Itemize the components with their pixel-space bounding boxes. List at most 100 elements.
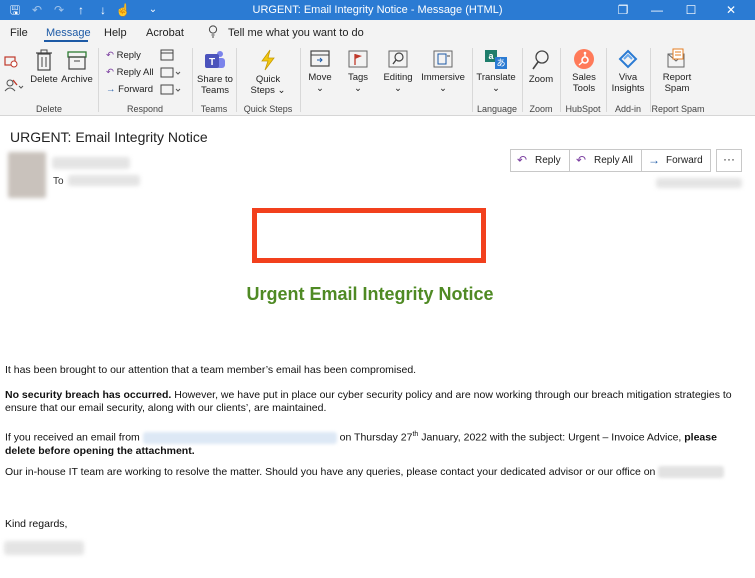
save-icon[interactable]: 🖫 [6,0,24,20]
move-button[interactable]: Move ⌄ [304,48,336,94]
message-subject: URGENT: Email Integrity Notice [10,129,208,145]
group-label-zoom: Zoom [529,104,553,114]
phone-redacted [658,466,725,479]
up-arrow-icon[interactable]: ↑ [72,0,90,20]
group-separator [192,48,193,112]
reply-all-icon: ↶ [576,153,587,167]
body-paragraph-4: Our in-house IT team are working to reso… [5,466,740,479]
group-label-report-spam: Report Spam [651,104,705,114]
reply-all-action-button[interactable]: ↶ Reply All [569,149,642,172]
translate-label: Translate [476,72,516,83]
immersive-label: Immersive [421,72,465,83]
undo-icon[interactable]: ↶ [28,0,46,20]
tab-file[interactable]: File [10,27,28,39]
archive-button[interactable]: Archive [60,48,94,85]
group-label-hubspot: HubSpot [565,104,601,114]
reply-icon: ↶ [517,153,528,167]
editing-button[interactable]: Editing ⌄ [380,48,416,94]
active-tab-indicator [44,40,88,42]
email-heading: Urgent Email Integrity Notice [246,284,494,304]
share-to-teams-label-1: Share to [197,74,233,85]
sender-avatar [8,152,46,198]
editing-dropdown-icon: ⌄ [394,83,402,94]
close-button[interactable]: ✕ [716,0,746,20]
to-label: To [53,176,64,187]
sender-email-redacted [142,431,337,444]
forward-icon: → [648,153,660,167]
quick-steps-button[interactable]: Quick Steps ⌄ [248,48,288,96]
forward-button[interactable]: → Forward [106,84,153,96]
reply-action-label: Reply [535,155,561,166]
no-breach-statement: No security breach has occurred. [5,389,172,401]
archive-icon [67,51,87,70]
lightning-icon [261,49,275,71]
group-label-language: Language [476,104,518,114]
reply-all-button[interactable]: ↶ Reply All [106,67,154,79]
date-text: on Thursday 27 [336,431,413,444]
group-label-teams: Teams [200,104,228,114]
teams-icon: T [205,51,225,68]
date-redacted [656,178,742,188]
customize-icon[interactable]: ⌄ [144,0,162,20]
more-respond-icon[interactable] [160,84,182,96]
meeting-icon[interactable] [160,49,174,61]
group-separator [560,48,561,112]
share-to-teams-label-2: Teams [201,85,229,96]
company-logo-redacted [252,208,486,263]
svg-text:あ: あ [496,58,505,69]
reply-icon: ↶ [106,50,114,61]
zoom-icon [532,50,549,70]
svg-text:T: T [209,57,215,68]
viva-insights-button[interactable]: Viva Insights [608,48,648,94]
flag-icon [348,50,368,68]
title-bar: 🖫 ↶ ↷ ↑ ↓ ☝ ⌄ URGENT: Email Integrity No… [0,0,755,20]
ignore-icon[interactable] [4,54,18,68]
move-label: Move [308,72,332,83]
forward-label: Forward [118,84,153,95]
translate-icon: aあ [485,50,507,69]
group-separator [522,48,523,112]
sales-tools-button[interactable]: Sales Tools [564,48,604,94]
group-separator [236,48,237,112]
translate-button[interactable]: aあ Translate ⌄ [474,48,518,94]
body-paragraph-1: It has been brought to our attention tha… [5,364,417,376]
im-reply-icon[interactable] [160,67,182,79]
reply-action-button[interactable]: ↶ Reply [510,149,570,172]
viva-insights-label-2: Insights [611,83,645,94]
delete-button[interactable]: Delete [30,48,58,85]
translate-dropdown-icon: ⌄ [492,83,500,94]
lightbulb-icon [208,25,218,38]
maximize-button[interactable]: ☐ [676,0,706,20]
move-icon [310,50,330,67]
reply-label: Reply [116,50,141,61]
junk-icon[interactable] [4,78,24,92]
minimize-button[interactable]: — [642,0,672,20]
tab-message[interactable]: Message [46,27,91,39]
share-to-teams-button[interactable]: T Share to Teams [196,48,234,96]
forward-action-button[interactable]: → Forward [641,149,711,172]
sender-name-redacted [52,157,130,169]
group-separator [606,48,607,112]
touch-icon[interactable]: ☝ [114,0,132,20]
reply-button[interactable]: ↶ Reply [106,50,141,62]
down-arrow-icon[interactable]: ↓ [94,0,112,20]
move-dropdown-icon: ⌄ [316,83,324,94]
group-label-quick-steps: Quick Steps [243,104,293,114]
tab-acrobat[interactable]: Acrobat [146,27,184,39]
zoom-button[interactable]: Zoom [524,48,558,85]
more-actions-button[interactable]: ··· [716,149,742,172]
tab-help[interactable]: Help [104,27,127,39]
redo-icon[interactable]: ↷ [50,0,68,20]
tell-me-search[interactable]: Tell me what you want to do [228,27,364,39]
quick-steps-label-1: Quick [255,74,281,85]
quick-steps-label-2: Steps ⌄ [250,85,286,96]
reply-all-action-label: Reply All [594,155,633,166]
restore-ribbon-icon[interactable]: ❐ [608,0,638,20]
tags-button[interactable]: Tags ⌄ [342,48,374,94]
trash-icon [36,49,52,71]
immersive-button[interactable]: Immersive ⌄ [420,48,466,94]
recipient-redacted [68,175,140,186]
forward-icon: → [106,84,116,95]
group-separator [472,48,473,112]
report-spam-button[interactable]: Report Spam [656,48,698,94]
